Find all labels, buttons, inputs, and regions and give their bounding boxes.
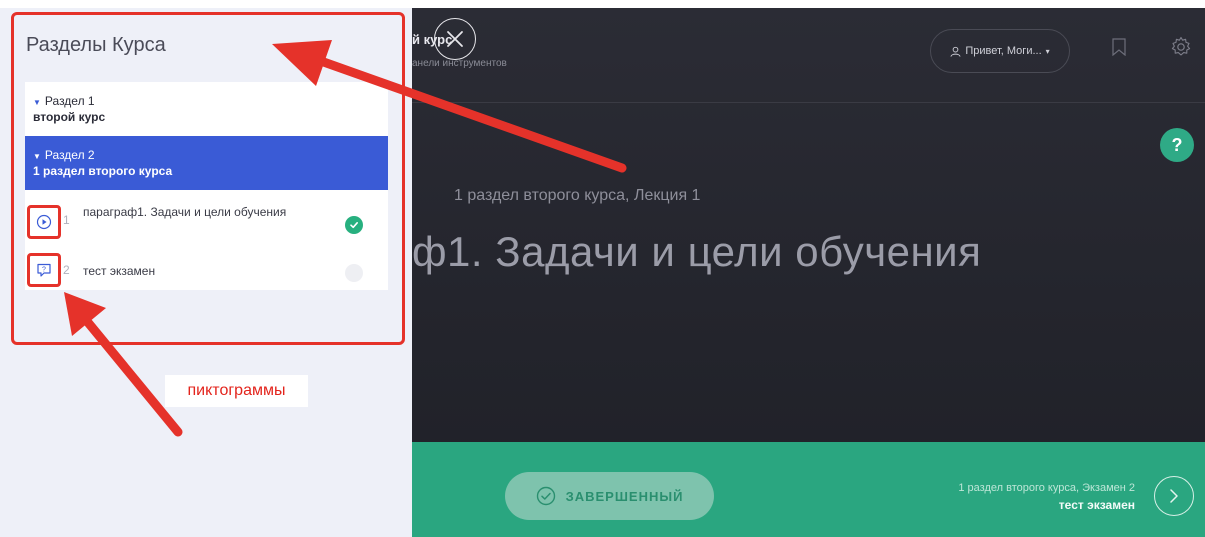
next-lesson-title: тест экзамен [1058,498,1135,512]
chevron-right-icon [1170,489,1178,503]
close-icon [447,31,463,47]
top-bar: й курс анели инструментов Привет, Моги..… [412,8,1205,103]
user-icon [950,46,961,57]
complete-button[interactable]: ЗАВЕРШЕННЫЙ [505,472,714,520]
user-menu-button[interactable]: Привет, Моги... ▾ [930,29,1070,73]
bookmark-icon[interactable] [1112,38,1126,56]
course-sections-sidebar: Разделы Курса ▼ Раздел 1 второй курс ▼ Раз… [0,8,412,537]
close-button[interactable] [434,18,476,60]
next-lesson-subtitle: 1 раздел второго курса, Экзамен 2 [958,482,1135,494]
complete-button-label: ЗАВЕРШЕННЫЙ [565,488,684,504]
toolbar-subtitle: анели инструментов [412,58,507,69]
next-lesson-info[interactable]: 1 раздел второго курса, Экзамен 2 тест э… [958,482,1135,512]
annotation-label: пиктограммы [165,375,308,407]
lecture-title: ф1. Задачи и цели обучения [412,228,982,275]
user-greeting: Привет, Моги... [965,45,1042,57]
gear-icon[interactable] [1170,36,1192,58]
lesson-content-area: й курс анели инструментов Привет, Моги..… [412,8,1205,537]
help-button[interactable]: ? [1160,128,1194,162]
chevron-down-icon: ▾ [1045,46,1050,56]
check-circle-icon [536,486,555,506]
lesson-footer: ЗАВЕРШЕННЫЙ 1 раздел второго курса, Экза… [412,442,1205,537]
annotation-frame [11,12,405,345]
lecture-subtitle: 1 раздел второго курса, Лекция 1 [454,187,701,204]
next-button[interactable] [1154,476,1194,516]
